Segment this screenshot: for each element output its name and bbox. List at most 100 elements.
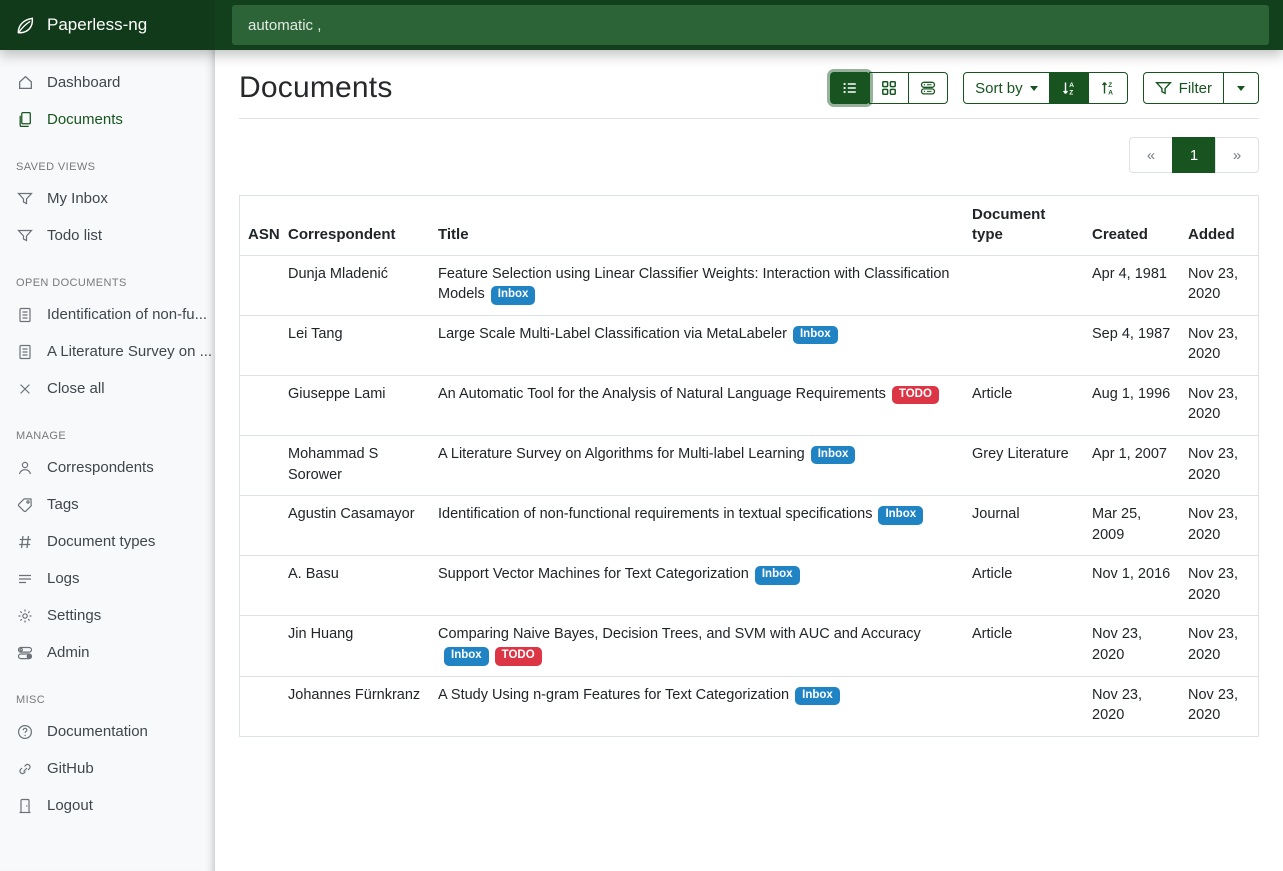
cell-title: A Literature Survey on Algorithms for Mu… [430,435,964,495]
sidebar-item-documents[interactable]: Documents [0,101,215,138]
sidebar-item-label: Document types [47,531,155,552]
tag-badge[interactable]: TODO [495,647,542,666]
column-header-created[interactable]: Created [1084,196,1180,255]
document-title-link[interactable]: Comparing Naive Bayes, Decision Trees, a… [438,626,921,642]
search-input[interactable] [232,5,1269,45]
sidebar-item-label: Documentation [47,721,148,742]
cell-created: Apr 4, 1981 [1084,255,1180,315]
cell-document-type[interactable] [964,676,1084,736]
small-cards-view-button[interactable] [869,72,909,104]
cell-correspondent[interactable]: Dunja Mladenić [280,255,430,315]
cell-correspondent[interactable]: Agustin Casamayor [280,496,430,556]
sort-group: Sort by AZ ZA [963,72,1128,104]
pagination-page-1-button[interactable]: 1 [1172,137,1216,173]
funnel-icon [16,227,34,245]
hash-icon [16,533,34,551]
cell-document-type[interactable]: Article [964,616,1084,676]
sidebar-item-open-document-2[interactable]: A Literature Survey on ... [0,333,215,370]
column-header-title[interactable]: Title [430,196,964,255]
sidebar-item-documentation[interactable]: Documentation [0,713,215,750]
large-cards-view-button[interactable] [908,72,948,104]
sidebar-item-todo-list[interactable]: Todo list [0,217,215,254]
sort-by-button[interactable]: Sort by [963,72,1050,104]
sidebar-item-admin[interactable]: Admin [0,634,215,671]
cell-asn [240,676,280,736]
file-text-icon [16,343,34,361]
document-title-link[interactable]: Identification of non-functional require… [438,506,872,522]
document-title-link[interactable]: Large Scale Multi-Label Classification v… [438,326,787,342]
tag-badge[interactable]: Inbox [878,506,923,525]
document-title-link[interactable]: A Literature Survey on Algorithms for Mu… [438,446,805,462]
sidebar-item-logs[interactable]: Logs [0,560,215,597]
cell-document-type[interactable]: Article [964,375,1084,435]
sort-ascending-button[interactable]: AZ [1049,72,1089,104]
cell-correspondent[interactable]: Giuseppe Lami [280,375,430,435]
app-brand[interactable]: Paperless-ng [0,0,215,50]
column-header-document-type[interactable]: Document type [964,196,1084,255]
cell-added: Nov 23, 2020 [1180,315,1258,375]
sidebar-item-dashboard[interactable]: Dashboard [0,64,215,101]
sidebar-item-label: My Inbox [47,188,108,209]
cell-correspondent[interactable]: Johannes Fürnkranz [280,676,430,736]
document-title-link[interactable]: Support Vector Machines for Text Categor… [438,566,749,582]
pagination-next-button[interactable]: » [1215,137,1259,173]
person-icon [16,459,34,477]
cell-document-type[interactable]: Grey Literature [964,435,1084,495]
cell-title: Support Vector Machines for Text Categor… [430,556,964,616]
document-title-link[interactable]: A Study Using n-gram Features for Text C… [438,687,789,703]
tag-badge[interactable]: TODO [892,386,939,405]
cell-title: Feature Selection using Linear Classifie… [430,255,964,315]
document-title-link[interactable]: An Automatic Tool for the Analysis of Na… [438,386,886,402]
table-row: A. Basu Support Vector Machines for Text… [240,556,1258,616]
sidebar-item-tags[interactable]: Tags [0,486,215,523]
list-view-button[interactable] [830,72,870,104]
filter-dropdown-button[interactable] [1223,72,1259,104]
column-header-added[interactable]: Added [1180,196,1258,255]
home-icon [16,74,34,92]
pagination-prev-button[interactable]: « [1129,137,1173,173]
filter-button[interactable]: Filter [1143,72,1224,104]
sidebar-item-logout[interactable]: Logout [0,787,215,824]
tag-badge[interactable]: Inbox [755,566,800,585]
sidebar-item-open-document-1[interactable]: Identification of non-fu... [0,296,215,333]
column-header-asn[interactable]: ASN [240,196,280,255]
sidebar-item-github[interactable]: GitHub [0,750,215,787]
view-mode-group [830,72,948,104]
cell-document-type[interactable] [964,255,1084,315]
cell-correspondent[interactable]: Jin Huang [280,616,430,676]
cell-added: Nov 23, 2020 [1180,375,1258,435]
sidebar-item-label: Dashboard [47,72,120,93]
cell-correspondent[interactable]: Lei Tang [280,315,430,375]
tag-badge[interactable]: Inbox [444,647,489,666]
cell-document-type[interactable] [964,315,1084,375]
cell-asn [240,616,280,676]
tag-badge[interactable]: Inbox [811,446,856,465]
cell-document-type[interactable]: Journal [964,496,1084,556]
cell-document-type[interactable]: Article [964,556,1084,616]
cell-created: Nov 23, 2020 [1084,676,1180,736]
cell-added: Nov 23, 2020 [1180,255,1258,315]
table-row: Giuseppe Lami An Automatic Tool for the … [240,375,1258,435]
sidebar: Dashboard Documents SAVED VIEWS My Inbox… [0,50,215,871]
cell-title: An Automatic Tool for the Analysis of Na… [430,375,964,435]
sidebar-item-label: Correspondents [47,457,154,478]
tag-badge[interactable]: Inbox [491,286,536,305]
sidebar-item-close-all[interactable]: Close all [0,370,215,407]
tag-badge[interactable]: Inbox [795,687,840,706]
sidebar-item-my-inbox[interactable]: My Inbox [0,180,215,217]
sort-alpha-down-icon: AZ [1061,80,1077,96]
sort-descending-button[interactable]: ZA [1088,72,1128,104]
file-text-icon [16,306,34,324]
horizontal-cards-icon [920,80,936,96]
tag-badge[interactable]: Inbox [793,326,838,345]
cell-title: Large Scale Multi-Label Classification v… [430,315,964,375]
grid-icon [881,80,897,96]
column-header-correspondent[interactable]: Correspondent [280,196,430,255]
table-header-row: ASN Correspondent Title Document type Cr… [240,196,1258,255]
cell-correspondent[interactable]: A. Basu [280,556,430,616]
cell-correspondent[interactable]: Mohammad S Sorower [280,435,430,495]
sidebar-item-settings[interactable]: Settings [0,597,215,634]
sidebar-item-document-types[interactable]: Document types [0,523,215,560]
sidebar-item-label: A Literature Survey on ... [47,341,212,362]
sidebar-item-correspondents[interactable]: Correspondents [0,449,215,486]
